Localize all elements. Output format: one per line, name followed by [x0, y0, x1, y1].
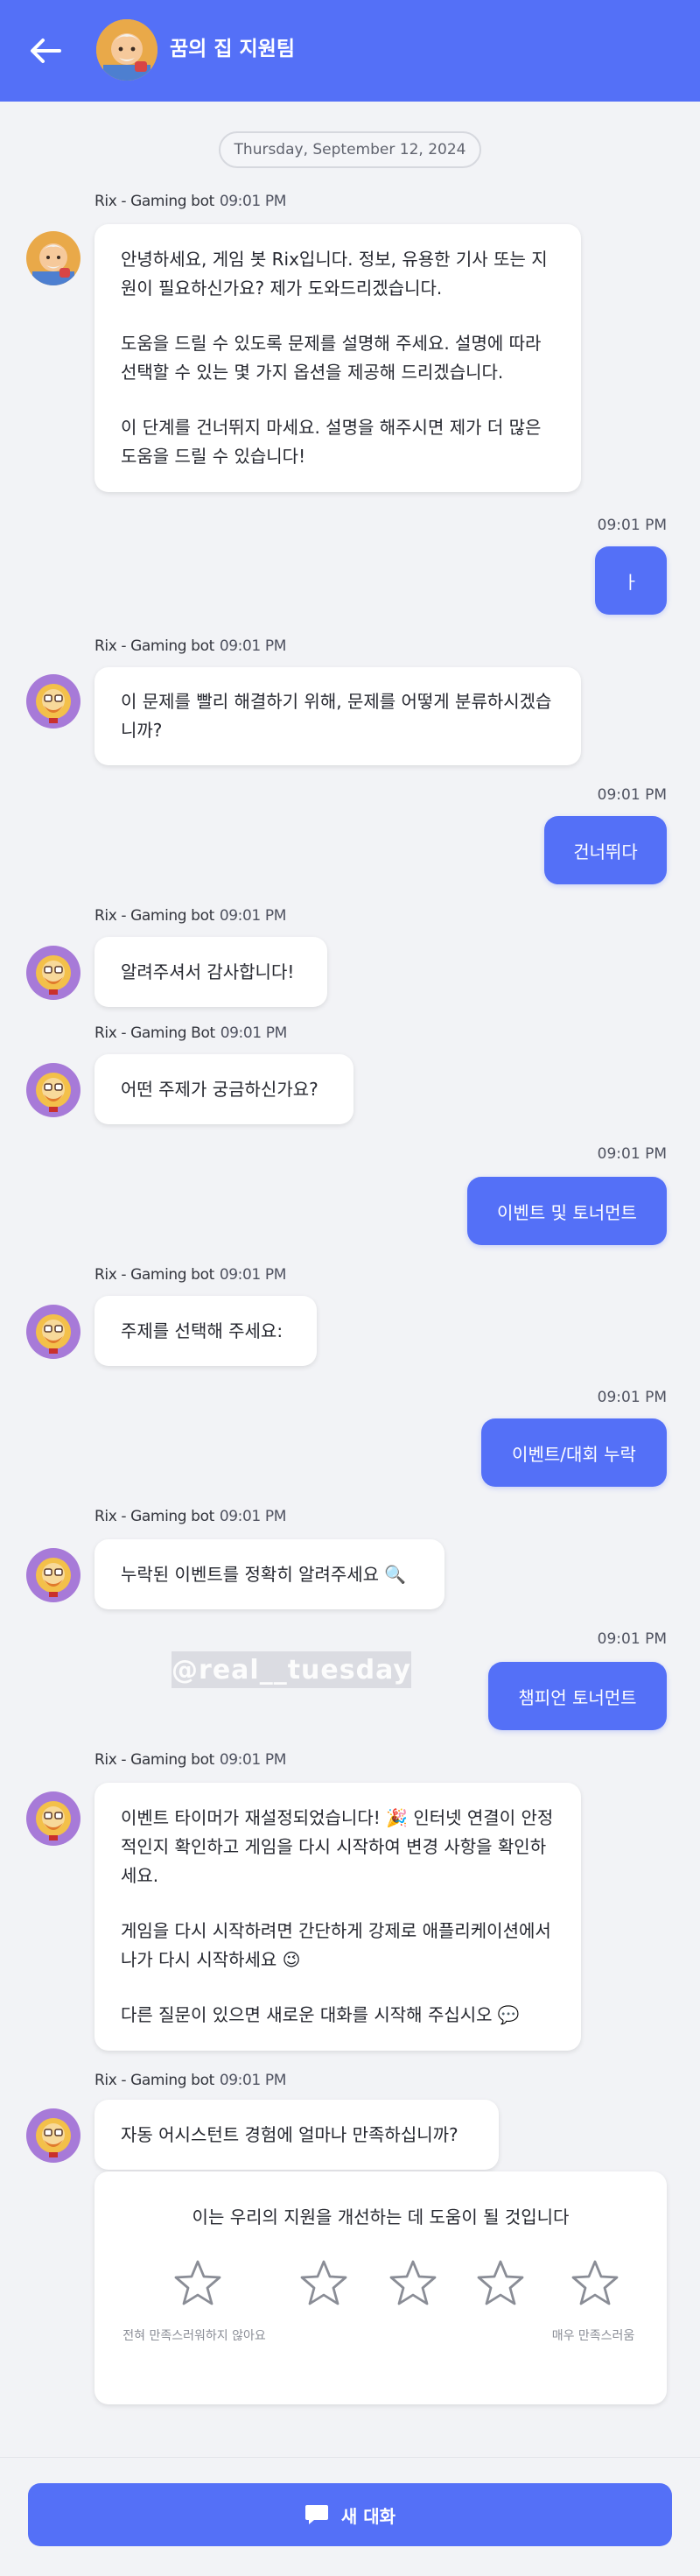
bot-message-bubble: 자동 어시스턴트 경험에 얼마나 만족하십니까? [94, 2100, 499, 2170]
message-text: 안녕하세요, 게임 봇 Rix입니다. 정보, 유용한 기사 또는 지원이 필요… [121, 249, 548, 299]
user-message-bubble: 건너뛰다 [544, 816, 667, 884]
sender-name: Rix - Gaming Bot [94, 1024, 215, 1042]
rating-high-label: 매우 만족스러움 [551, 2329, 635, 2343]
bot-avatar [26, 674, 80, 728]
bot-message-bubble: 안녕하세요, 게임 봇 Rix입니다. 정보, 유용한 기사 또는 지원이 필요… [94, 224, 581, 492]
message-time: 09:01 PM [219, 2072, 287, 2089]
bot-avatar [26, 1305, 80, 1359]
message-text: 이 단계를 건너뛰지 마세요. 설명을 해주시면 제가 더 많은 도움을 드릴 … [121, 417, 542, 467]
chat-bubble-icon [304, 2505, 328, 2524]
bot-message-bubble: 주제를 선택해 주세요: [94, 1296, 317, 1366]
message-text: 주제를 선택해 주세요: [121, 1320, 284, 1341]
message-meta: Rix - Gaming bot 09:01 PM [94, 637, 286, 655]
sender-name: Rix - Gaming bot [94, 1751, 214, 1769]
user-message-bubble: 이벤트 및 토너먼트 [467, 1177, 667, 1245]
user-message-bubble: ㅏ [595, 546, 667, 615]
message-text: 다른 질문이 있으면 새로운 대화를 시작해 주십시오 💬 [121, 2004, 520, 2025]
rating-low-label: 전혀 만족스러워하지 않아요 [122, 2329, 266, 2343]
message-meta: Rix - Gaming bot 09:01 PM [94, 193, 286, 210]
message-meta: Rix - Gaming bot 09:01 PM [94, 1751, 286, 1769]
message-meta: Rix - Gaming Bot 09:01 PM [94, 1024, 287, 1042]
message-time: 09:01 PM [220, 1024, 288, 1042]
message-text: 게임을 다시 시작하려면 간단하게 강제로 애플리케이션에서 나가 다시 시작하… [121, 1920, 551, 1970]
header-title: 꿈의 집 지원팀 [170, 38, 295, 60]
message-time: 09:01 PM [597, 1389, 667, 1406]
message-text: 어떤 주제가 궁금하신가요? [121, 1078, 318, 1100]
back-button[interactable] [24, 32, 66, 70]
rating-card: 이는 우리의 지원을 개선하는 데 도움이 될 것입니다 전혀 만족스러워하지 … [94, 2171, 667, 2404]
star-outline-icon[interactable] [298, 2257, 350, 2310]
bot-avatar [26, 1791, 80, 1846]
message-meta: Rix - Gaming bot 09:01 PM [94, 2072, 286, 2089]
sender-name: Rix - Gaming bot [94, 193, 214, 210]
message-text: 누락된 이벤트를 정확히 알려주세요 🔍 [121, 1563, 407, 1585]
bot-avatar [26, 1548, 80, 1602]
message-time: 09:01 PM [597, 517, 667, 534]
arrow-left-icon [31, 39, 61, 63]
message-time: 09:01 PM [597, 1630, 667, 1648]
message-meta: Rix - Gaming bot 09:01 PM [94, 1508, 286, 1525]
message-text: 알려주셔서 감사합니다! [121, 961, 295, 982]
message-time: 09:01 PM [597, 1145, 667, 1163]
date-divider: Thursday, September 12, 2024 [219, 131, 481, 168]
message-meta: Rix - Gaming bot 09:01 PM [94, 907, 286, 925]
message-time: 09:01 PM [597, 786, 667, 804]
message-text: 도움을 드릴 수 있도록 문제를 설명해 주세요. 설명에 따라 선택할 수 있… [121, 333, 542, 383]
message-time: 09:01 PM [219, 1266, 287, 1284]
new-chat-label: 새 대화 [340, 2505, 396, 2527]
new-chat-button[interactable]: 새 대화 [28, 2483, 672, 2546]
message-text: 이 문제를 빨리 해결하기 위해, 문제를 어떻게 분류하시겠습니까? [121, 691, 552, 741]
bot-avatar [26, 946, 80, 1000]
user-message-bubble: 이벤트/대회 누락 [481, 1418, 667, 1487]
star-outline-icon[interactable] [474, 2257, 527, 2310]
bot-avatar [26, 2108, 80, 2163]
star-outline-icon[interactable] [172, 2257, 224, 2310]
star-outline-icon[interactable] [569, 2257, 621, 2310]
sender-name: Rix - Gaming bot [94, 2072, 214, 2089]
bot-message-bubble: 알려주셔서 감사합니다! [94, 937, 327, 1007]
sender-name: Rix - Gaming bot [94, 1266, 214, 1284]
bot-avatar [26, 231, 80, 285]
sender-name: Rix - Gaming bot [94, 907, 214, 925]
sender-name: Rix - Gaming bot [94, 637, 214, 655]
bot-message-bubble: 어떤 주제가 궁금하신가요? [94, 1054, 354, 1124]
bot-message-bubble: 이벤트 타이머가 재설정되었습니다! 🎉 인터넷 연결이 안정적인지 확인하고 … [94, 1783, 581, 2051]
star-outline-icon[interactable] [387, 2257, 439, 2310]
message-text: 이벤트 타이머가 재설정되었습니다! 🎉 인터넷 연결이 안정적인지 확인하고 … [121, 1807, 554, 1886]
message-meta: Rix - Gaming bot 09:01 PM [94, 1266, 286, 1284]
app-header: 꿈의 집 지원팀 [0, 0, 700, 102]
user-message-bubble: 챔피언 토너먼트 [488, 1662, 667, 1730]
support-avatar [96, 19, 158, 81]
bot-message-bubble: 이 문제를 빨리 해결하기 위해, 문제를 어떻게 분류하시겠습니까? [94, 667, 581, 765]
message-time: 09:01 PM [219, 907, 287, 925]
bot-message-bubble: 누락된 이벤트를 정확히 알려주세요 🔍 [94, 1539, 444, 1609]
message-text: 자동 어시스턴트 경험에 얼마나 만족하십니까? [121, 2123, 458, 2145]
message-time: 09:01 PM [219, 193, 287, 210]
message-time: 09:01 PM [219, 637, 287, 655]
sender-name: Rix - Gaming bot [94, 1508, 214, 1525]
rating-title: 이는 우리의 지원을 개선하는 데 도움이 될 것입니다 [192, 2206, 570, 2228]
message-time: 09:01 PM [219, 1751, 287, 1769]
watermark: @real__tuesday [172, 1651, 411, 1688]
message-time: 09:01 PM [219, 1508, 287, 1525]
bot-avatar [26, 1063, 80, 1117]
